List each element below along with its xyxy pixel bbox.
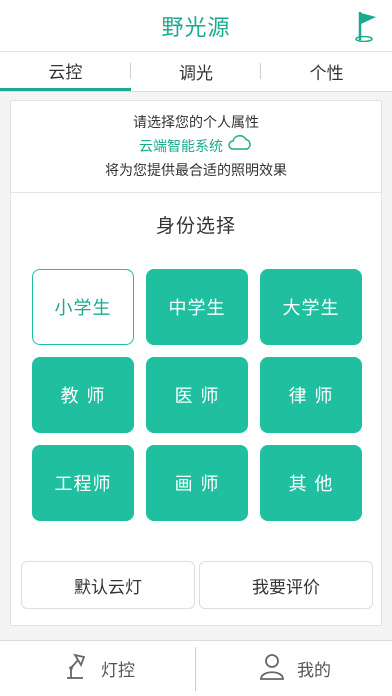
nav-label: 灯控 bbox=[101, 661, 135, 681]
app-header: 野光源 bbox=[0, 0, 392, 52]
identity-options-grid: 小学生 中学生 大学生 教 师 医 师 律 师 工程师 画 师 其 他 bbox=[32, 269, 362, 521]
tab-dimming[interactable]: 调光 bbox=[131, 52, 262, 91]
intro-line-1: 请选择您的个人属性 bbox=[133, 114, 259, 131]
action-buttons: 默认云灯 我要评价 bbox=[21, 561, 373, 609]
identity-section-title: 身份选择 bbox=[155, 215, 236, 237]
identity-option-other[interactable]: 其 他 bbox=[260, 445, 362, 521]
cloud-system-label: 云端智能系统 bbox=[139, 138, 223, 155]
review-button[interactable]: 我要评价 bbox=[199, 561, 373, 609]
nav-label: 我的 bbox=[297, 661, 331, 681]
default-cloud-light-button[interactable]: 默认云灯 bbox=[21, 561, 195, 609]
identity-option-primary-student[interactable]: 小学生 bbox=[32, 269, 134, 345]
identity-option-middle-school-student[interactable]: 中学生 bbox=[146, 269, 248, 345]
intro-line-2: 云端智能系统 bbox=[139, 134, 253, 159]
desk-lamp-icon bbox=[61, 651, 91, 686]
tab-bar: 云控 调光 个性 bbox=[0, 52, 392, 92]
page-title: 野光源 bbox=[161, 15, 231, 41]
identity-option-teacher[interactable]: 教 师 bbox=[32, 357, 134, 433]
bottom-nav: 灯控 我的 bbox=[0, 640, 392, 696]
identity-option-college-student[interactable]: 大学生 bbox=[260, 269, 362, 345]
cloud-icon bbox=[227, 134, 253, 159]
flag-icon[interactable] bbox=[354, 10, 380, 43]
tab-label: 调光 bbox=[179, 64, 213, 84]
tab-personal[interactable]: 个性 bbox=[261, 52, 392, 91]
tab-label: 个性 bbox=[309, 64, 344, 84]
identity-option-engineer[interactable]: 工程师 bbox=[32, 445, 134, 521]
tab-label: 云控 bbox=[48, 62, 83, 83]
identity-option-doctor[interactable]: 医 师 bbox=[146, 357, 248, 433]
cloud-control-panel: 请选择您的个人属性 云端智能系统 将为您提供最合适的照明效果 身份选择 小学生 … bbox=[10, 100, 382, 626]
tab-cloud-control[interactable]: 云控 bbox=[0, 52, 131, 91]
identity-option-lawyer[interactable]: 律 师 bbox=[260, 357, 362, 433]
intro-line-3: 将为您提供最合适的照明效果 bbox=[105, 162, 287, 179]
intro-text: 请选择您的个人属性 云端智能系统 将为您提供最合适的照明效果 bbox=[11, 101, 381, 193]
nav-item-light-control[interactable]: 灯控 bbox=[0, 641, 196, 696]
nav-item-mine[interactable]: 我的 bbox=[196, 641, 392, 696]
user-icon bbox=[257, 651, 287, 686]
identity-option-painter[interactable]: 画 师 bbox=[146, 445, 248, 521]
